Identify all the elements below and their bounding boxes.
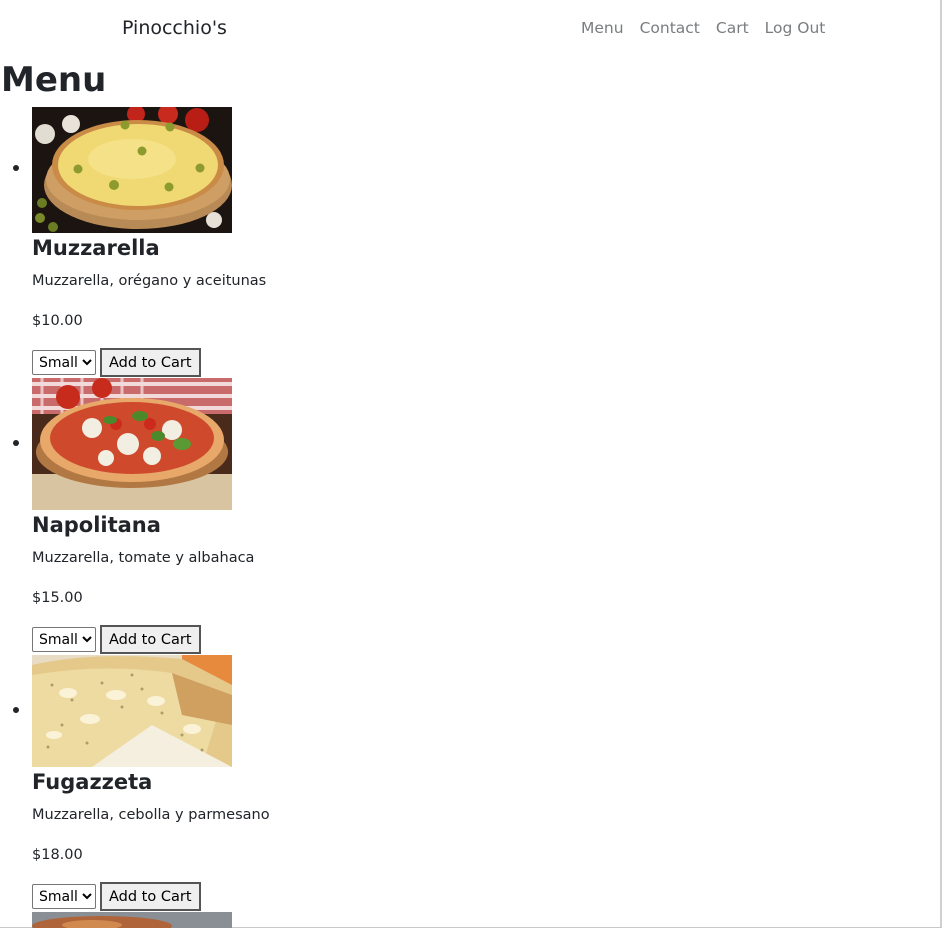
menu-item: Muzzarella Muzzarella, orégano y aceitun… xyxy=(0,107,400,378)
brand-link[interactable]: Pinocchio's xyxy=(122,17,227,39)
size-select[interactable]: Small xyxy=(32,884,96,909)
menu-item: Fugazzeta Muzzarella, cebolla y parmesan… xyxy=(0,655,400,912)
pizza-price: $15.00 xyxy=(32,590,83,606)
menu-item xyxy=(0,912,400,932)
list-bullet xyxy=(13,165,19,171)
menu-list: Muzzarella Muzzarella, orégano y aceitun… xyxy=(0,107,400,932)
add-to-cart-button[interactable]: Add to Cart xyxy=(100,348,201,377)
list-bullet xyxy=(13,440,19,446)
pizza-name: Fugazzeta xyxy=(32,770,153,794)
item-controls: Small Add to Cart xyxy=(32,348,201,377)
navbar: Pinocchio's Menu Contact Cart Log Out xyxy=(0,0,942,58)
pizza-image-napolitana xyxy=(32,378,232,510)
nav-link-menu[interactable]: Menu xyxy=(581,19,624,37)
size-select[interactable]: Small xyxy=(32,350,96,375)
pizza-description: Muzzarella, cebolla y parmesano xyxy=(32,807,270,823)
pizza-image-fugazzeta xyxy=(32,655,232,767)
size-select[interactable]: Small xyxy=(32,627,96,652)
list-bullet xyxy=(13,707,19,713)
nav-link-contact[interactable]: Contact xyxy=(640,19,700,37)
item-controls: Small Add to Cart xyxy=(32,625,201,654)
item-controls: Small Add to Cart xyxy=(32,882,201,911)
nav-links: Menu Contact Cart Log Out xyxy=(581,19,841,37)
pizza-image-next xyxy=(32,912,232,928)
pizza-description: Muzzarella, orégano y aceitunas xyxy=(32,273,267,289)
pizza-name: Muzzarella xyxy=(32,236,160,260)
pizza-image-muzzarella xyxy=(32,107,232,233)
nav-link-logout[interactable]: Log Out xyxy=(765,19,826,37)
pizza-price: $18.00 xyxy=(32,847,83,863)
page-title: Menu xyxy=(1,60,107,100)
pizza-description: Muzzarella, tomate y albahaca xyxy=(32,550,255,566)
nav-link-cart[interactable]: Cart xyxy=(716,19,749,37)
menu-item: Napolitana Muzzarella, tomate y albahaca… xyxy=(0,378,400,655)
add-to-cart-button[interactable]: Add to Cart xyxy=(100,882,201,911)
pizza-price: $10.00 xyxy=(32,313,83,329)
pizza-name: Napolitana xyxy=(32,513,161,537)
add-to-cart-button[interactable]: Add to Cart xyxy=(100,625,201,654)
